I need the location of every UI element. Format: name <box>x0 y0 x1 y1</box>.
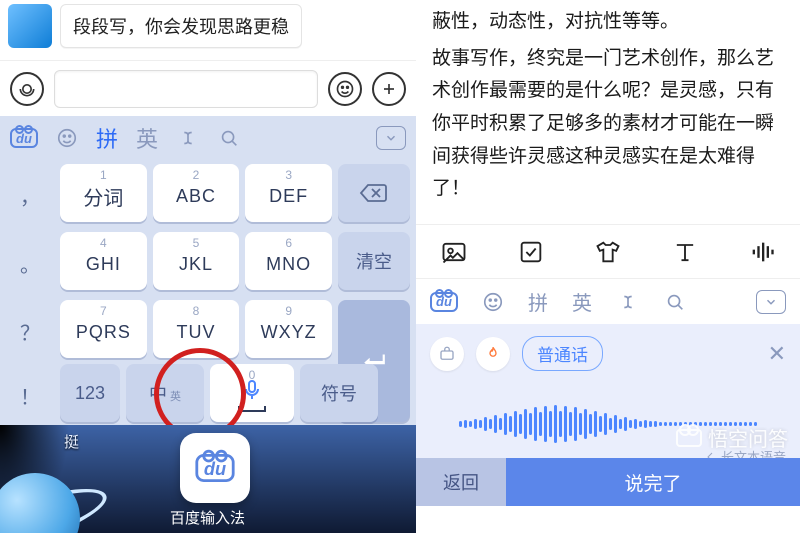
search-icon[interactable] <box>664 291 686 313</box>
key-9[interactable]: 9WXYZ <box>245 300 332 358</box>
message-input-bar <box>0 60 416 116</box>
watermark: 悟空问答 <box>676 423 788 452</box>
baidu-logo-icon[interactable]: du <box>430 292 458 312</box>
text-icon[interactable] <box>671 238 699 266</box>
key-5[interactable]: 5JKL <box>153 232 240 290</box>
key-3[interactable]: 3DEF <box>245 164 332 222</box>
key-1[interactable]: 1分词 <box>60 164 147 222</box>
plus-icon[interactable] <box>372 72 406 106</box>
mode-english[interactable]: 英 <box>136 122 158 154</box>
mode-english[interactable]: 英 <box>572 287 592 316</box>
message-input[interactable] <box>54 70 318 108</box>
collapse-keyboard-icon[interactable] <box>756 290 786 314</box>
cursor-icon[interactable] <box>616 291 640 313</box>
baidu-ime-app-icon: du <box>180 433 250 503</box>
key-6[interactable]: 6MNO <box>245 232 332 290</box>
cursor-icon[interactable] <box>176 127 200 149</box>
article-paragraph: 故事写作，终究是一门艺术创作，那么艺术创作最需要的是什么呢？是灵感，只有你平时积… <box>432 43 784 206</box>
voice-back-button[interactable]: 返回 <box>416 458 506 506</box>
chat-message-row: 段段写，你会发现思路更稳 <box>0 0 416 60</box>
shirt-icon[interactable] <box>594 238 622 266</box>
baidu-logo-icon[interactable]: du <box>10 128 38 148</box>
flame-icon[interactable] <box>476 337 510 371</box>
symbol-exclaim[interactable]: ！ <box>6 364 54 426</box>
key-123[interactable]: 123 <box>60 364 120 422</box>
background-photo: 挺 du 百度输入法 <box>0 425 416 533</box>
left-screenshot: 段段写，你会发现思路更稳 du 拼 <box>0 0 416 533</box>
voice-done-button[interactable]: 说完了 <box>506 458 800 506</box>
keyboard-toolbar: du 拼 英 <box>0 116 416 160</box>
smile-icon[interactable] <box>56 127 78 149</box>
image-icon[interactable] <box>440 238 468 266</box>
search-icon[interactable] <box>218 127 240 149</box>
key-8[interactable]: 8TUV <box>153 300 240 358</box>
key-mic-space[interactable]: 0 <box>210 364 294 422</box>
close-icon[interactable]: ✕ <box>768 341 786 367</box>
symbol-question[interactable]: ？ <box>6 300 54 362</box>
photo-partial-text: 挺 <box>64 431 79 452</box>
mode-pinyin[interactable]: 拼 <box>528 287 548 316</box>
keyboard-toolbar-right: du 拼 英 <box>416 278 800 324</box>
key-symbols[interactable]: 符号 <box>300 364 378 422</box>
article-text: 蔽性，动态性，对抗性等等。 故事写作，终究是一门艺术创作，那么艺术创作最需要的是… <box>416 0 800 224</box>
editor-action-row <box>416 224 800 278</box>
key-clear[interactable]: 清空 <box>338 232 410 290</box>
language-pill[interactable]: 普通话 <box>522 336 603 371</box>
smile-icon[interactable] <box>482 291 504 313</box>
symbol-period[interactable]: 。 <box>6 232 54 294</box>
key-4[interactable]: 4GHI <box>60 232 147 290</box>
collapse-keyboard-icon[interactable] <box>376 126 406 150</box>
key-2[interactable]: 2ABC <box>153 164 240 222</box>
key-backspace[interactable] <box>338 164 410 222</box>
avatar <box>8 4 52 48</box>
mode-pinyin[interactable]: 拼 <box>96 122 118 154</box>
wukong-logo-icon <box>676 429 702 447</box>
chat-bubble: 段段写，你会发现思路更稳 <box>60 4 302 48</box>
emoji-icon[interactable] <box>328 72 362 106</box>
voice-input-panel: 普通话 ✕ 长文本语音 返回 说完了 悟空问答 <box>416 324 800 506</box>
check-icon[interactable] <box>517 238 545 266</box>
voice-bars-icon[interactable] <box>748 238 776 266</box>
symbol-comma[interactable]: ， <box>6 164 54 226</box>
app-label: 百度输入法 <box>170 507 245 528</box>
key-lang-switch[interactable]: 中英 <box>126 364 204 422</box>
briefcase-icon[interactable] <box>430 337 464 371</box>
key-7[interactable]: 7PQRS <box>60 300 147 358</box>
voice-message-icon[interactable] <box>10 72 44 106</box>
article-line: 蔽性，动态性，对抗性等等。 <box>432 6 784 39</box>
baidu-ime-keyboard: du 拼 英 <box>0 116 416 438</box>
right-screenshot: 蔽性，动态性，对抗性等等。 故事写作，终究是一门艺术创作，那么艺术创作最需要的是… <box>416 0 800 533</box>
keyboard-keys: ， 1分词 2ABC 3DEF 。 4GHI 5JKL 6MNO 清空 <box>0 160 416 438</box>
spacebar-icon <box>238 406 266 412</box>
